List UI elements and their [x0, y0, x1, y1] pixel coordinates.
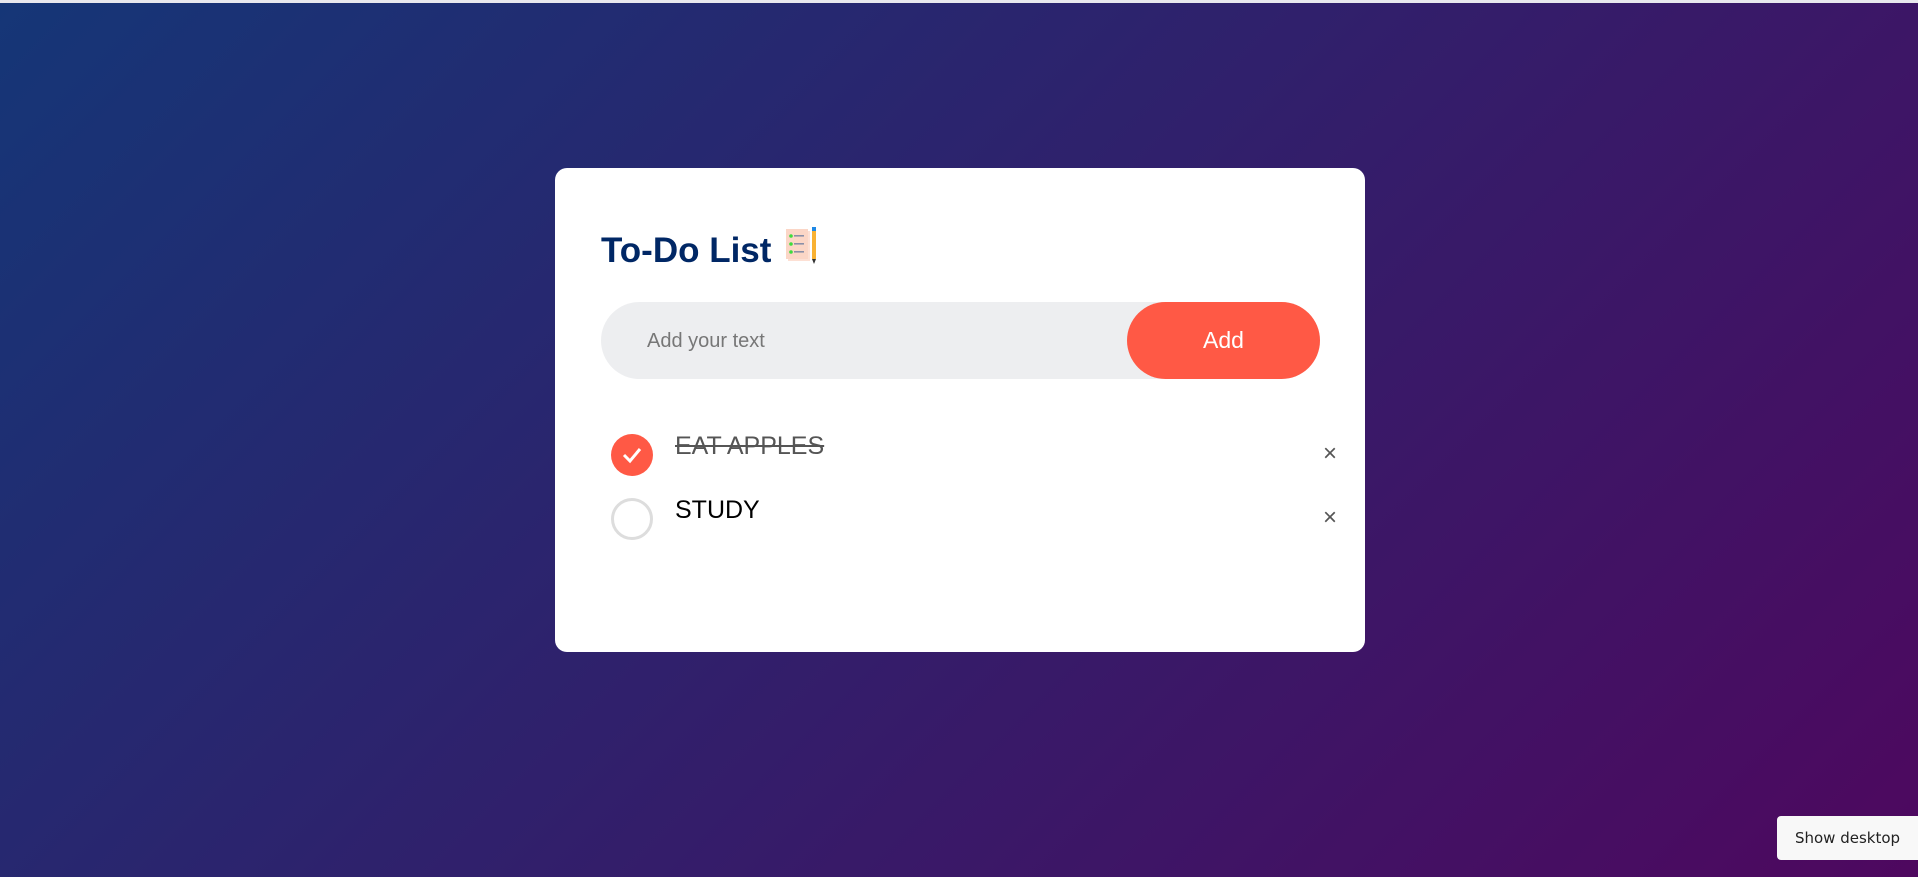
task-checkbox-checked[interactable]	[611, 434, 653, 476]
task-input[interactable]	[645, 302, 1109, 381]
window-top-edge	[0, 0, 1918, 3]
add-button[interactable]: Add	[1127, 302, 1320, 379]
title-text: To-Do List	[601, 230, 772, 270]
delete-task-close-icon[interactable]: ×	[1323, 504, 1337, 532]
checklist-pencil-icon	[785, 226, 821, 275]
task-label: STUDY	[675, 496, 760, 524]
checkmark-icon	[622, 448, 642, 464]
task-item[interactable]: EAT APPLES ×	[611, 430, 1337, 480]
task-checkbox-unchecked[interactable]	[611, 498, 653, 540]
add-task-row: Add	[601, 302, 1320, 381]
delete-task-close-icon[interactable]: ×	[1323, 440, 1337, 468]
todo-app-card: To-Do List Add EAT APPLES × STUDY ×	[555, 168, 1365, 652]
page-title: To-Do List	[601, 226, 821, 275]
task-item[interactable]: STUDY ×	[611, 494, 1337, 544]
task-label: EAT APPLES	[675, 432, 825, 460]
show-desktop-button[interactable]: Show desktop	[1777, 816, 1918, 860]
